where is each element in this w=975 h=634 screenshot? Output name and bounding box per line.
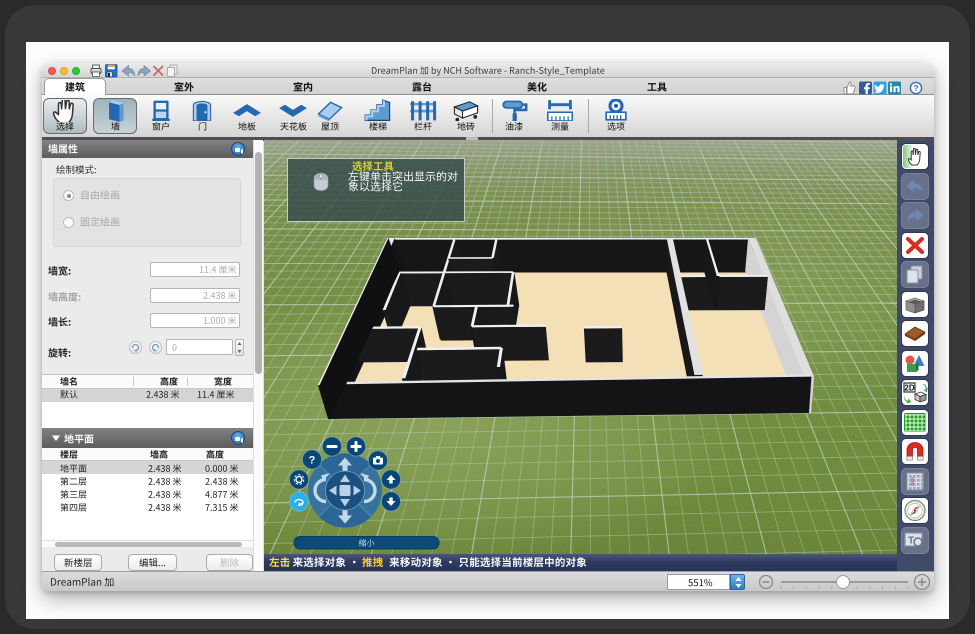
svg-text:?: ? xyxy=(309,455,316,467)
svg-text:T: T xyxy=(908,535,914,546)
svg-text:?: ? xyxy=(913,83,918,93)
svg-text:2D: 2D xyxy=(904,384,914,393)
